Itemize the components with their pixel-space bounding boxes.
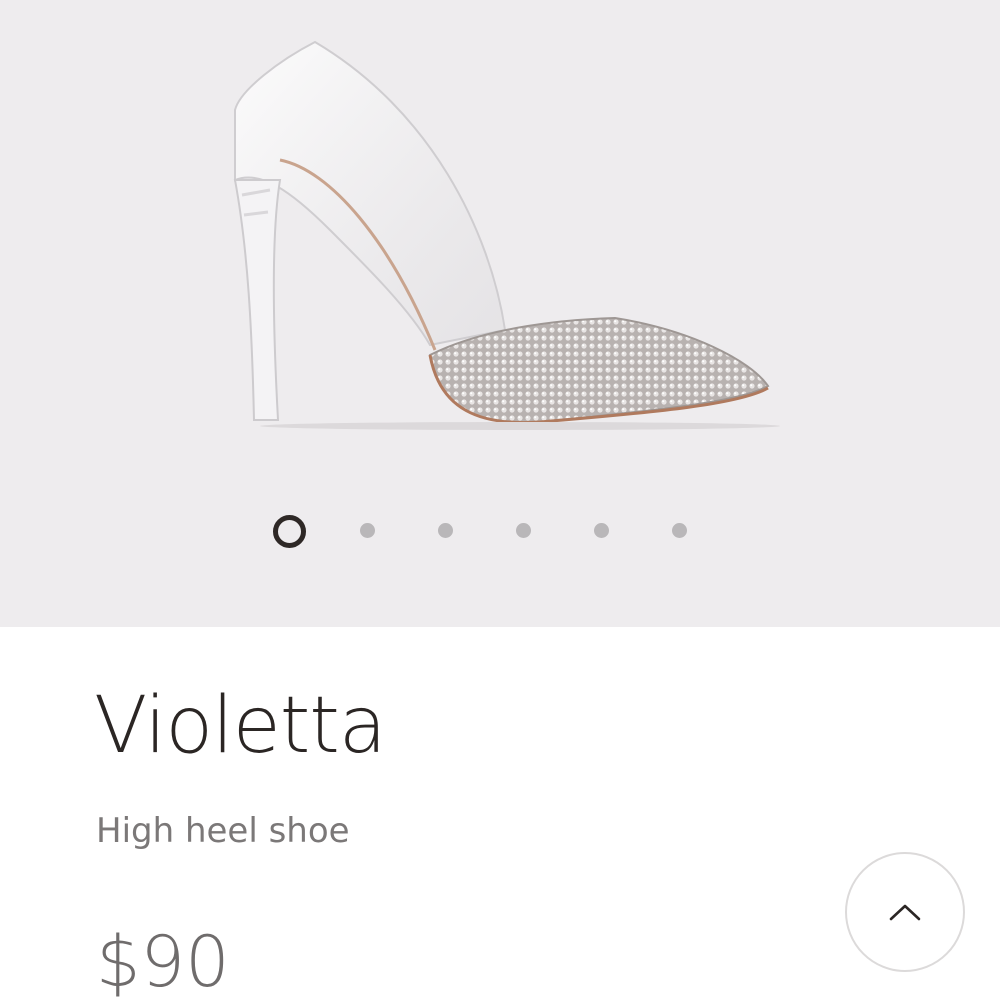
product-info: Violetta High heel shoe $90 bbox=[0, 627, 1000, 1000]
carousel-dot-4[interactable] bbox=[516, 523, 531, 538]
product-name: Violetta bbox=[94, 681, 387, 771]
product-image-carousel[interactable] bbox=[0, 0, 1000, 627]
scroll-to-top-button[interactable] bbox=[845, 852, 965, 972]
carousel-dot-6[interactable] bbox=[672, 523, 687, 538]
carousel-dot-2[interactable] bbox=[360, 523, 375, 538]
carousel-dot-3[interactable] bbox=[438, 523, 453, 538]
carousel-dot-5[interactable] bbox=[594, 523, 609, 538]
product-subtitle: High heel shoe bbox=[96, 811, 350, 851]
product-page: Violetta High heel shoe $90 bbox=[0, 0, 1000, 1000]
product-image bbox=[233, 40, 780, 430]
product-price: $90 bbox=[96, 921, 230, 1000]
carousel-dot-1[interactable] bbox=[273, 515, 306, 548]
carousel-pagination bbox=[0, 510, 1000, 550]
chevron-up-icon bbox=[889, 904, 921, 921]
